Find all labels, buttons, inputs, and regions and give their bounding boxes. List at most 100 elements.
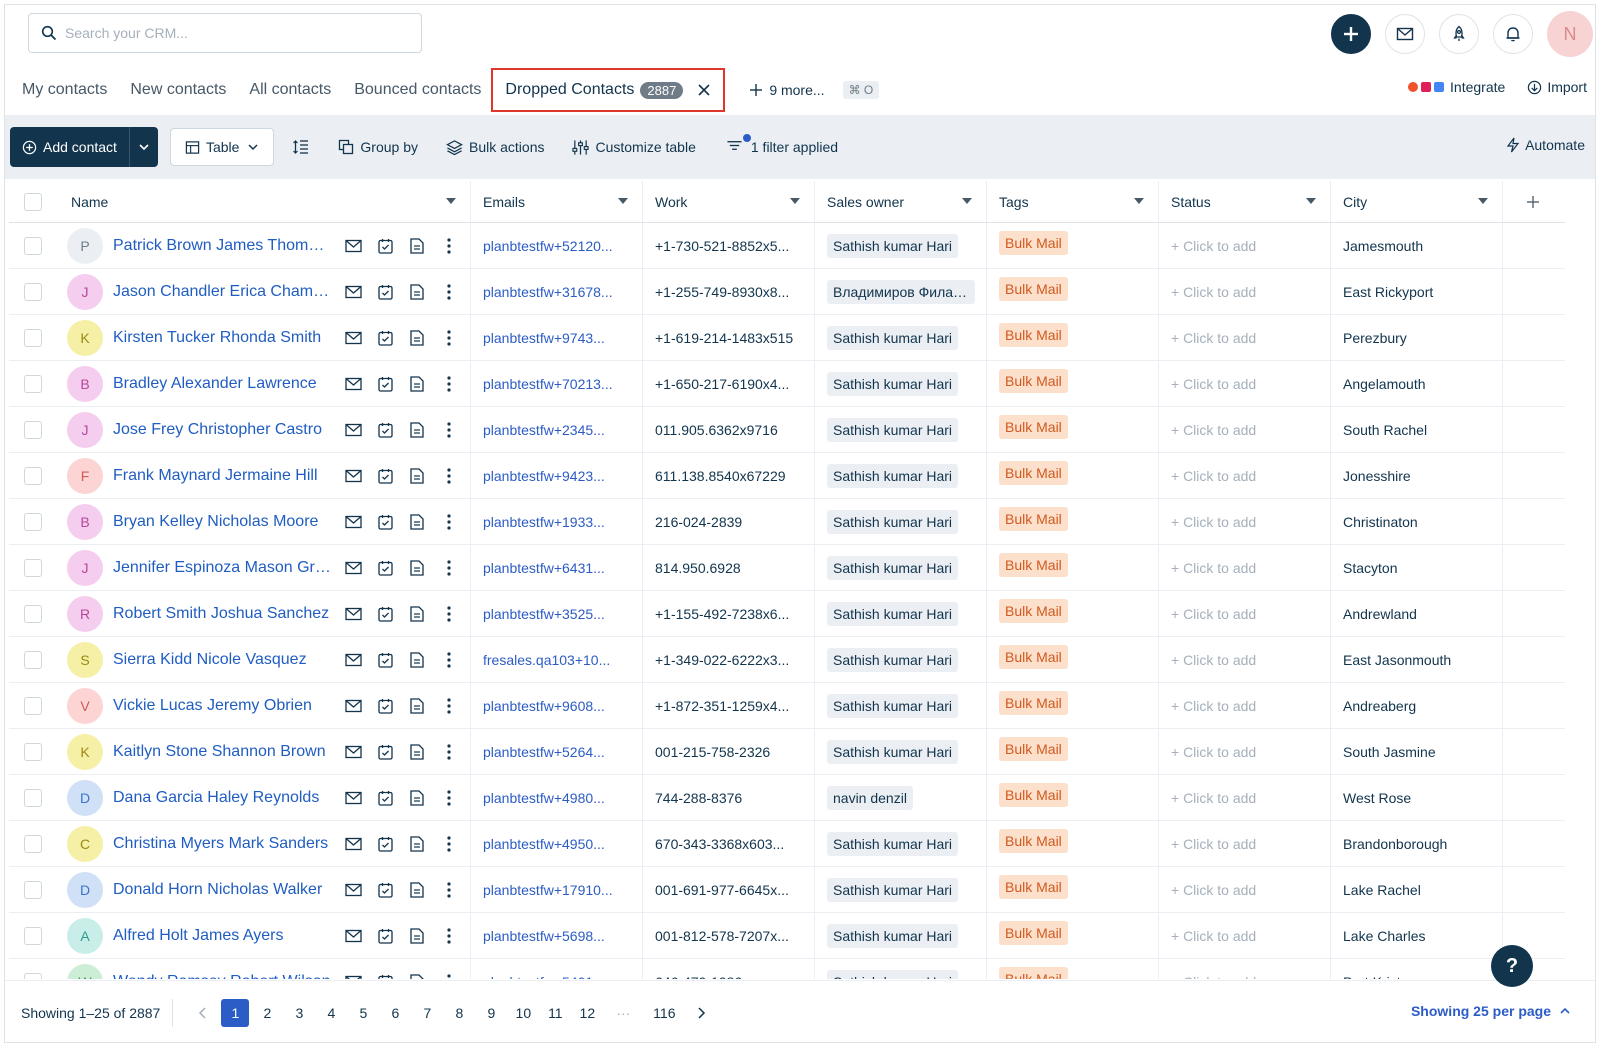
row-checkbox[interactable] [24, 742, 42, 761]
status-placeholder[interactable]: + Click to add [1171, 744, 1256, 760]
add-note-button[interactable] [401, 421, 433, 438]
send-email-button[interactable] [337, 929, 369, 943]
email-cell[interactable]: planbtestfw+4980... [471, 775, 643, 820]
tab-bounced-contacts[interactable]: Bounced contacts [354, 81, 481, 99]
automate-button[interactable]: Automate [1506, 137, 1585, 153]
city-cell[interactable]: Stacyton [1331, 545, 1503, 590]
contact-name-link[interactable]: Patrick Brown James Thompson [113, 237, 331, 255]
notifications-button[interactable] [1493, 14, 1533, 54]
add-note-button[interactable] [401, 743, 433, 760]
status-cell[interactable]: + Click to add [1159, 269, 1331, 314]
owner-cell[interactable]: Sathish kumar Hari [815, 729, 987, 774]
table-row[interactable]: J Jose Frey Christopher Castro planbtest… [9, 407, 1565, 453]
add-task-button[interactable] [369, 376, 401, 392]
row-more-button[interactable] [433, 605, 465, 622]
email-link[interactable]: planbtestfw+70213... [483, 376, 623, 392]
city-cell[interactable]: South Rachel [1331, 407, 1503, 452]
city-cell[interactable]: Andreaberg [1331, 683, 1503, 728]
create-button[interactable] [1331, 14, 1371, 54]
contact-name-link[interactable]: Christina Myers Mark Sanders [113, 835, 331, 853]
row-more-button[interactable] [433, 467, 465, 484]
work-cell[interactable]: +1-255-749-8930x8... [643, 269, 815, 314]
add-task-button[interactable] [369, 928, 401, 944]
table-row[interactable]: B Bradley Alexander Lawrence planbtestfw… [9, 361, 1565, 407]
table-row[interactable]: K Kirsten Tucker Rhonda Smith planbtestf… [9, 315, 1565, 361]
owner-cell[interactable]: Sathish kumar Hari [815, 315, 987, 360]
row-checkbox[interactable] [24, 880, 42, 899]
add-task-button[interactable] [369, 606, 401, 622]
work-cell[interactable]: +1-155-492-7238x6... [643, 591, 815, 636]
add-task-button[interactable] [369, 514, 401, 530]
row-checkbox[interactable] [24, 972, 42, 979]
send-email-button[interactable] [337, 699, 369, 713]
tags-cell[interactable]: Bulk Mail [987, 545, 1159, 590]
city-cell[interactable]: Brandonborough [1331, 821, 1503, 866]
send-email-button[interactable] [337, 883, 369, 897]
owner-cell[interactable]: Sathish kumar Hari [815, 867, 987, 912]
email-cell[interactable]: planbtestfw+2345... [471, 407, 643, 452]
row-checkbox[interactable] [24, 558, 42, 577]
owner-cell[interactable]: Владимиров Филарет [815, 269, 987, 314]
help-button[interactable]: ? [1491, 945, 1533, 987]
table-row[interactable]: K Kaitlyn Stone Shannon Brown planbtestf… [9, 729, 1565, 775]
tags-cell[interactable]: Bulk Mail [987, 407, 1159, 452]
status-cell[interactable]: + Click to add [1159, 591, 1331, 636]
send-email-button[interactable] [337, 469, 369, 483]
add-task-button[interactable] [369, 238, 401, 254]
contact-name-link[interactable]: Vickie Lucas Jeremy Obrien [113, 697, 331, 715]
add-task-button[interactable] [369, 790, 401, 806]
email-cell[interactable]: planbtestfw+5264... [471, 729, 643, 774]
row-more-button[interactable] [433, 789, 465, 806]
row-more-button[interactable] [433, 329, 465, 346]
city-cell[interactable]: Jamesmouth [1331, 223, 1503, 268]
status-placeholder[interactable]: + Click to add [1171, 376, 1256, 392]
email-link[interactable]: planbtestfw+5264... [483, 744, 623, 760]
city-cell[interactable]: East Rickyport [1331, 269, 1503, 314]
tags-cell[interactable]: Bulk Mail [987, 315, 1159, 360]
send-email-button[interactable] [337, 515, 369, 529]
email-link[interactable]: planbtestfw+3525... [483, 606, 623, 622]
city-cell[interactable]: Lake Charles [1331, 913, 1503, 958]
email-cell[interactable]: planbtestfw+6431... [471, 545, 643, 590]
status-cell[interactable]: + Click to add [1159, 499, 1331, 544]
status-cell[interactable]: + Click to add [1159, 453, 1331, 498]
caret-down-icon[interactable] [1134, 198, 1144, 204]
select-all-checkbox[interactable] [24, 192, 42, 211]
work-cell[interactable]: +1-872-351-1259x4... [643, 683, 815, 728]
status-cell[interactable]: + Click to add [1159, 223, 1331, 268]
row-checkbox[interactable] [24, 834, 42, 853]
tags-cell[interactable]: Bulk Mail [987, 269, 1159, 314]
email-button[interactable] [1385, 14, 1425, 54]
status-placeholder[interactable]: + Click to add [1171, 422, 1256, 438]
send-email-button[interactable] [337, 561, 369, 575]
table-row[interactable]: A Alfred Holt James Ayers planbtestfw+56… [9, 913, 1565, 959]
status-cell[interactable]: + Click to add [1159, 775, 1331, 820]
caret-down-icon[interactable] [1306, 198, 1316, 204]
add-task-button[interactable] [369, 468, 401, 484]
send-email-button[interactable] [337, 239, 369, 253]
page-4-button[interactable]: 4 [315, 999, 347, 1027]
row-checkbox[interactable] [24, 374, 42, 393]
add-task-button[interactable] [369, 836, 401, 852]
owner-cell[interactable]: Sathish kumar Hari [815, 591, 987, 636]
add-task-button[interactable] [369, 560, 401, 576]
caret-down-icon[interactable] [790, 198, 800, 204]
add-note-button[interactable] [401, 927, 433, 944]
email-cell[interactable]: planbtestfw+9743... [471, 315, 643, 360]
send-email-button[interactable] [337, 837, 369, 851]
add-note-button[interactable] [401, 697, 433, 714]
page-10-button[interactable]: 10 [507, 999, 539, 1027]
email-cell[interactable]: planbtestfw+17910... [471, 867, 643, 912]
add-task-button[interactable] [369, 882, 401, 898]
row-more-button[interactable] [433, 237, 465, 254]
email-cell[interactable]: planbtestfw+70213... [471, 361, 643, 406]
send-email-button[interactable] [337, 975, 369, 979]
send-email-button[interactable] [337, 653, 369, 667]
add-note-button[interactable] [401, 513, 433, 530]
column-city[interactable]: City [1331, 181, 1503, 222]
status-cell[interactable]: + Click to add [1159, 545, 1331, 590]
owner-cell[interactable]: Sathish kumar Hari [815, 683, 987, 728]
city-cell[interactable]: Jonesshire [1331, 453, 1503, 498]
contact-name-link[interactable]: Wendy Ramsey Robert Wilson [113, 973, 331, 980]
row-checkbox[interactable] [24, 788, 42, 807]
